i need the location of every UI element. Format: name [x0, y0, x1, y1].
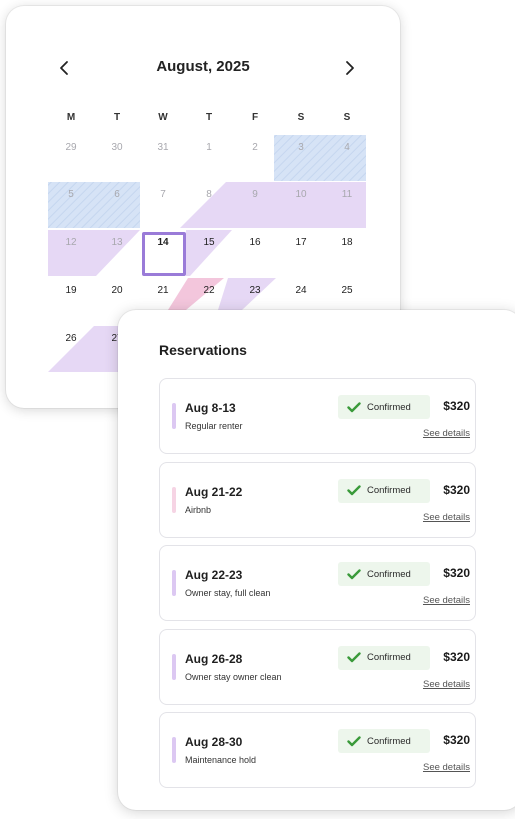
status-text: Confirmed	[367, 735, 411, 747]
reservation-item[interactable]: Aug 8-13 Regular renter Confirmed $320 See d…	[159, 378, 476, 454]
see-details-link[interactable]: See details	[423, 428, 470, 439]
status-text: Confirmed	[367, 401, 411, 413]
calendar-day[interactable]: 14	[140, 231, 186, 255]
reservation-dates: Aug 28-30	[185, 735, 243, 749]
checkmark-icon	[347, 568, 361, 579]
status-text: Confirmed	[367, 652, 411, 663]
reservation-color-bar	[172, 486, 176, 513]
calendar-day[interactable]: 29	[48, 136, 94, 160]
reservation-color-bar	[172, 403, 176, 429]
see-details-link[interactable]: See details	[423, 512, 470, 523]
status-badge: Confirmed	[338, 395, 430, 419]
reservations-card: Reservations Aug 8-13 Regular renter Confi…	[118, 310, 515, 810]
reservation-item[interactable]: Aug 28-30 Maintenance hold Confirmed $320 Se…	[159, 712, 476, 788]
reservation-description: Regular renter	[185, 421, 243, 431]
reservation-color-bar	[172, 737, 176, 763]
reservation-description: Maintenance hold	[185, 755, 257, 765]
weekday-label: W	[158, 112, 168, 123]
calendar-day[interactable]: 25	[324, 279, 370, 303]
weekday-label: T	[113, 112, 121, 123]
calendar-day[interactable]: 26	[48, 327, 94, 351]
calendar-day[interactable]: 3	[278, 136, 324, 160]
checkmark-icon	[347, 401, 361, 412]
reservation-price: $320	[443, 399, 470, 413]
see-details-link[interactable]: See details	[423, 762, 470, 773]
reservation-price: $320	[443, 649, 470, 664]
calendar-day[interactable]: 7	[140, 183, 186, 207]
reservation-dates: Aug 8-13	[185, 401, 236, 415]
calendar-day[interactable]: 19	[48, 279, 94, 303]
calendar-day[interactable]: 20	[94, 279, 140, 303]
calendar-day[interactable]: 16	[232, 231, 278, 255]
checkmark-icon	[347, 485, 361, 496]
calendar-day[interactable]: 8	[186, 183, 232, 207]
status-text: Confirmed	[367, 568, 411, 580]
checkmark-icon	[347, 652, 361, 663]
calendar-day[interactable]: 11	[324, 183, 370, 207]
calendar-day[interactable]: 23	[232, 279, 278, 303]
calendar-day[interactable]: 4	[324, 136, 370, 160]
reservation-price: $320	[443, 733, 470, 747]
calendar-day[interactable]: 30	[94, 136, 140, 160]
see-details-link[interactable]: See details	[423, 595, 470, 606]
reservation-dates: Aug 22-23	[185, 568, 243, 582]
status-text: Confirmed	[367, 485, 411, 496]
calendar-day[interactable]: 24	[278, 279, 324, 303]
calendar-day[interactable]: 21	[140, 279, 186, 303]
reservation-description: Airbnb	[185, 504, 212, 515]
reservation-item[interactable]: Aug 26-28 Owner stay owner clean Confirmed…	[159, 628, 476, 705]
status-badge: Confirmed	[338, 478, 430, 503]
calendar-day[interactable]: 31	[140, 136, 186, 160]
reservation-dates: Aug 26-28	[185, 651, 243, 666]
checkmark-icon	[347, 735, 361, 746]
weekday-label: M	[66, 112, 76, 123]
status-badge: Confirmed	[338, 562, 430, 586]
reservation-price: $320	[443, 482, 470, 497]
reservation-color-bar	[172, 570, 176, 596]
calendar-day[interactable]: 15	[186, 231, 232, 255]
reservation-color-bar	[172, 653, 176, 680]
reservation-item[interactable]: Aug 22-23 Owner stay, full clean Confirmed…	[159, 545, 476, 621]
weekday-label: F	[251, 112, 259, 123]
reservation-description: Owner stay, full clean	[185, 588, 271, 598]
weekday-label: S	[343, 112, 351, 123]
reservation-dates: Aug 21-22	[185, 484, 243, 499]
calendar-day[interactable]: 5	[48, 183, 94, 207]
calendar-day[interactable]: 12	[48, 231, 94, 255]
calendar-day[interactable]: 18	[324, 231, 370, 255]
reservation-description: Owner stay owner clean	[185, 671, 282, 682]
calendar-day[interactable]: 22	[186, 279, 232, 303]
calendar-day[interactable]: 17	[278, 231, 324, 255]
calendar-day[interactable]: 9	[232, 183, 278, 207]
calendar-day[interactable]: 13	[94, 231, 140, 255]
calendar-day[interactable]: 6	[94, 183, 140, 207]
calendar-day[interactable]: 1	[186, 136, 232, 160]
status-badge: Confirmed	[338, 645, 430, 670]
reservation-price: $320	[443, 566, 470, 580]
calendar-day[interactable]: 10	[278, 183, 324, 207]
status-badge: Confirmed	[338, 729, 430, 753]
reservation-item[interactable]: Aug 21-22 Airbnb Confirmed $320 See details	[159, 461, 476, 538]
weekday-label: S	[297, 112, 305, 123]
weekday-label: T	[205, 112, 213, 123]
reservations-title: Reservations	[159, 342, 247, 358]
calendar-day[interactable]: 2	[232, 136, 278, 160]
see-details-link[interactable]: See details	[423, 679, 470, 690]
